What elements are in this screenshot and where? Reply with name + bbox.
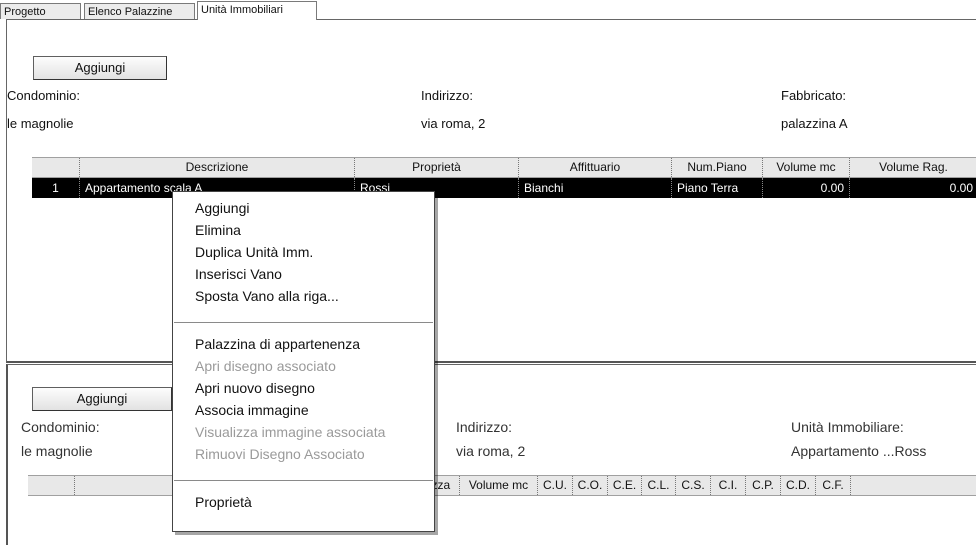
tab-strip: Progetto Elenco Palazzine Unità Immobili… xyxy=(0,0,976,20)
fabbricato-value: palazzina A xyxy=(781,116,848,131)
col-cd[interactable]: C.D. xyxy=(781,476,816,495)
menu-item-elimina[interactable]: Elimina xyxy=(195,220,241,241)
cell-affittuario[interactable]: Bianchi xyxy=(519,178,672,198)
indirizzo-value: via roma, 2 xyxy=(421,116,486,131)
row-number: 1 xyxy=(32,178,80,198)
col-cs[interactable]: C.S. xyxy=(676,476,711,495)
units-grid-header: Descrizione Proprietà Affittuario Num.Pi… xyxy=(32,157,976,178)
fabbricato-label: Fabbricato: xyxy=(781,88,847,103)
unita-immobiliare-value: Appartamento ...Ross xyxy=(791,443,927,459)
menu-item-duplica[interactable]: Duplica Unità Imm. xyxy=(195,242,313,263)
menu-item-inserisci-vano[interactable]: Inserisci Vano xyxy=(195,264,282,285)
unita-panel: Aggiungi Condominio: Indirizzo: Fabbrica… xyxy=(6,19,976,363)
menu-item-aggiungi[interactable]: Aggiungi xyxy=(195,198,250,219)
menu-item-associa-immagine[interactable]: Associa immagine xyxy=(195,400,309,421)
bottom-indirizzo-value: via roma, 2 xyxy=(456,443,526,459)
row-number-header xyxy=(32,158,80,177)
menu-item-visualizza-immagine: Visualizza immagine associata xyxy=(195,424,386,440)
col-cl[interactable]: C.L. xyxy=(642,476,676,495)
vani-panel: Aggiungi Condominio: Indirizzo: Unità Im… xyxy=(6,364,976,545)
menu-item-sposta-vano[interactable]: Sposta Vano alla riga... xyxy=(195,286,339,307)
cell-volume[interactable]: 0.00 xyxy=(763,178,850,198)
col-ce[interactable]: C.E. xyxy=(608,476,642,495)
cell-volume-rag[interactable]: 0.00 xyxy=(850,178,976,198)
menu-item-proprieta[interactable]: Proprietà xyxy=(195,492,252,513)
col-proprieta[interactable]: Proprietà xyxy=(355,158,519,177)
menu-item-palazzina[interactable]: Palazzina di appartenenza xyxy=(195,334,360,355)
menu-separator xyxy=(174,322,433,324)
context-menu: Aggiungi Elimina Duplica Unità Imm. Inse… xyxy=(172,191,435,532)
menu-item-rimuovi-disegno: Rimuovi Disegno Associato xyxy=(195,446,365,462)
cell-piano[interactable]: Piano Terra xyxy=(672,178,763,198)
menu-separator xyxy=(174,480,433,482)
menu-item-apri-disegno: Apri disegno associato xyxy=(195,358,336,374)
col-co[interactable]: C.O. xyxy=(573,476,608,495)
unita-immobiliare-label: Unità Immobiliare: xyxy=(791,419,904,435)
add-vano-button[interactable]: Aggiungi xyxy=(32,387,172,411)
vani-grid-header: Descrizione Altezza Volume mc C.U. C.O. … xyxy=(28,475,976,496)
tab-unita-immobiliari[interactable]: Unità Immobiliari xyxy=(197,1,317,20)
col-volume-rag[interactable]: Volume Rag. xyxy=(850,158,976,177)
bottom-condominio-label: Condominio: xyxy=(21,419,100,435)
add-unit-button[interactable]: Aggiungi xyxy=(33,56,167,80)
col-vano-volume[interactable]: Volume mc xyxy=(460,476,538,495)
col-num-piano[interactable]: Num.Piano xyxy=(672,158,763,177)
col-cu[interactable]: C.U. xyxy=(538,476,573,495)
condominio-value: le magnolie xyxy=(7,116,74,131)
tab-elenco-palazzine[interactable]: Elenco Palazzine xyxy=(84,3,195,19)
tab-progetto[interactable]: Progetto xyxy=(0,3,81,19)
menu-item-nuovo-disegno[interactable]: Apri nuovo disegno xyxy=(195,378,315,399)
condominio-label: Condominio: xyxy=(7,88,80,103)
col-cf[interactable]: C.F. xyxy=(816,476,851,495)
col-cp[interactable]: C.P. xyxy=(746,476,781,495)
bottom-indirizzo-label: Indirizzo: xyxy=(456,419,513,435)
indirizzo-label: Indirizzo: xyxy=(421,88,474,103)
col-affittuario[interactable]: Affittuario xyxy=(519,158,672,177)
vani-row-number-header xyxy=(28,476,75,495)
col-volume[interactable]: Volume mc xyxy=(763,158,850,177)
bottom-condominio-value: le magnolie xyxy=(21,443,93,459)
col-ci[interactable]: C.I. xyxy=(711,476,746,495)
col-descrizione[interactable]: Descrizione xyxy=(80,158,355,177)
